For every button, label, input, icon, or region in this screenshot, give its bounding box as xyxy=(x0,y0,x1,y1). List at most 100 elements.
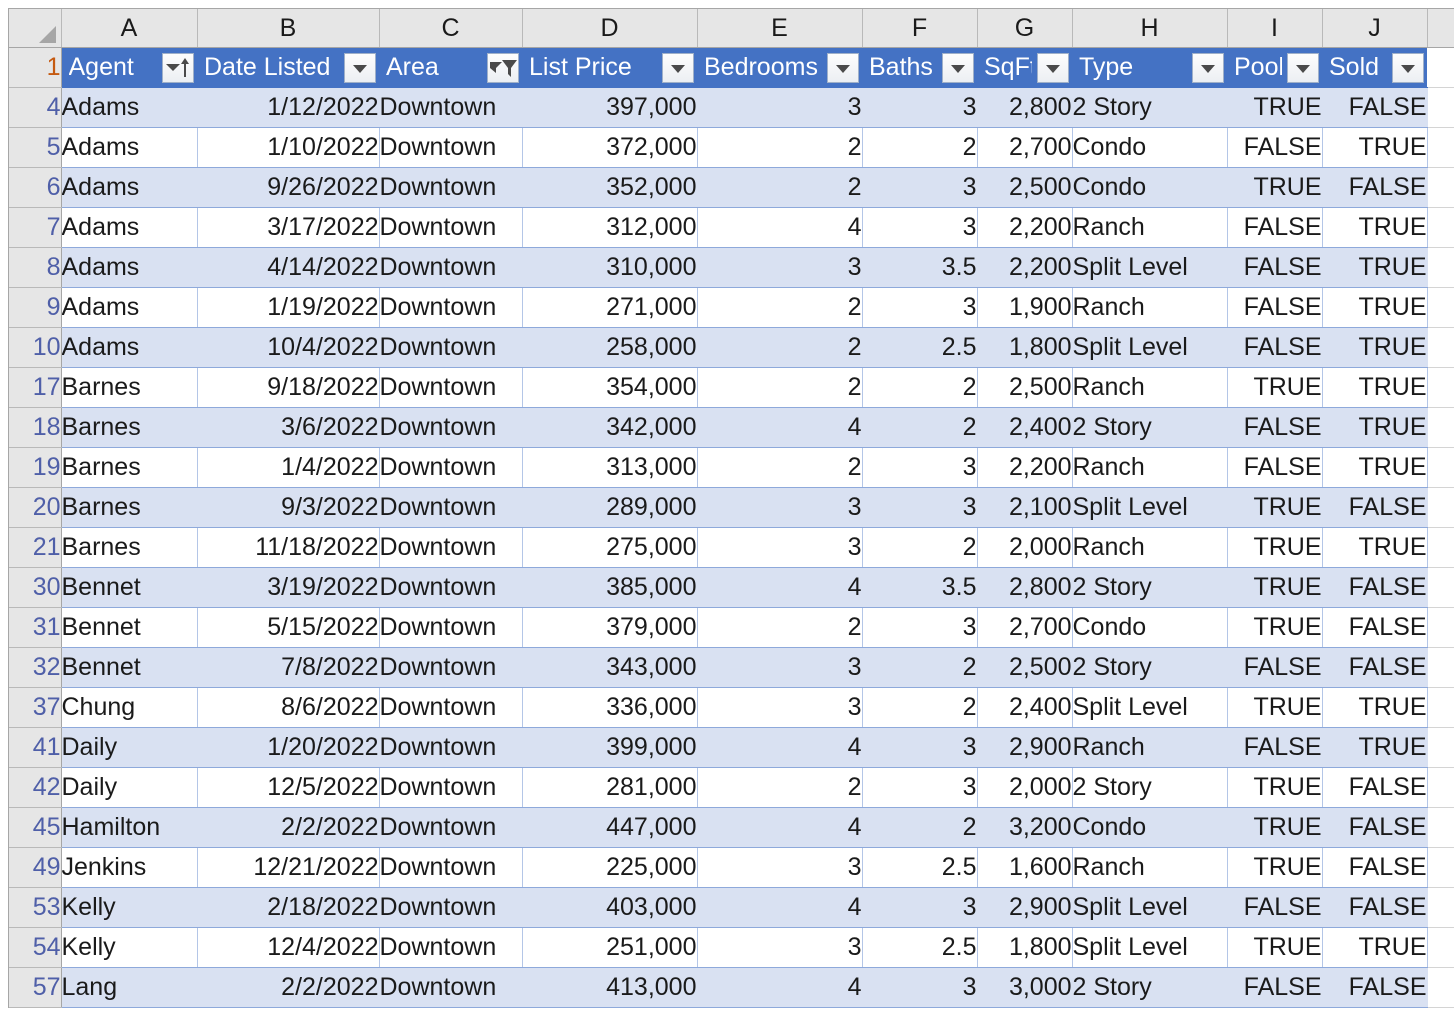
empty-cell-k32[interactable] xyxy=(1427,647,1454,688)
cell-A7[interactable]: Adams xyxy=(60,207,198,248)
cell-H37[interactable]: Split Level xyxy=(1072,687,1228,728)
cell-J21[interactable]: TRUE xyxy=(1322,527,1428,568)
cell-G49[interactable]: 1,600 xyxy=(977,847,1073,888)
cell-F30[interactable]: 3.5 xyxy=(862,567,978,608)
cell-F5[interactable]: 2 xyxy=(862,127,978,168)
cell-G30[interactable]: 2,800 xyxy=(977,567,1073,608)
cell-G21[interactable]: 2,000 xyxy=(977,527,1073,568)
cell-B8[interactable]: 4/14/2022 xyxy=(197,247,380,288)
cell-C8[interactable]: Downtown xyxy=(379,247,523,288)
column-header-f[interactable]: F xyxy=(862,9,978,48)
cell-I41[interactable]: FALSE xyxy=(1227,727,1323,768)
cell-E7[interactable]: 4 xyxy=(697,207,863,248)
cell-I54[interactable]: TRUE xyxy=(1227,927,1323,968)
cell-A53[interactable]: Kelly xyxy=(60,887,198,928)
cell-H45[interactable]: Condo xyxy=(1072,807,1228,848)
cell-B21[interactable]: 11/18/2022 xyxy=(197,527,380,568)
cell-H8[interactable]: Split Level xyxy=(1072,247,1228,288)
filter-funnel-icon[interactable] xyxy=(487,52,519,83)
cell-H18[interactable]: 2 Story xyxy=(1072,407,1228,448)
cell-F32[interactable]: 2 xyxy=(862,647,978,688)
cell-J17[interactable]: TRUE xyxy=(1322,367,1428,408)
cell-F31[interactable]: 3 xyxy=(862,607,978,648)
cell-G37[interactable]: 2,400 xyxy=(977,687,1073,728)
cell-C4[interactable]: Downtown xyxy=(379,87,523,128)
row-header-45[interactable]: 45 xyxy=(9,807,62,848)
cell-D45[interactable]: 447,000 xyxy=(522,807,698,848)
empty-cell-k41[interactable] xyxy=(1427,727,1454,768)
cell-B54[interactable]: 12/4/2022 xyxy=(197,927,380,968)
cell-F42[interactable]: 3 xyxy=(862,767,978,808)
cell-F9[interactable]: 3 xyxy=(862,287,978,328)
dropdown-arrow-icon[interactable] xyxy=(1037,52,1069,83)
cell-G41[interactable]: 2,900 xyxy=(977,727,1073,768)
cell-G5[interactable]: 2,700 xyxy=(977,127,1073,168)
cell-D49[interactable]: 225,000 xyxy=(522,847,698,888)
cell-F10[interactable]: 2.5 xyxy=(862,327,978,368)
cell-J41[interactable]: TRUE xyxy=(1322,727,1428,768)
empty-cell-k4[interactable] xyxy=(1427,87,1454,128)
row-header-31[interactable]: 31 xyxy=(9,607,62,648)
cell-E42[interactable]: 2 xyxy=(697,767,863,808)
cell-C53[interactable]: Downtown xyxy=(379,887,523,928)
row-header-53[interactable]: 53 xyxy=(9,887,62,928)
cell-B5[interactable]: 1/10/2022 xyxy=(197,127,380,168)
column-header-c[interactable]: C xyxy=(379,9,523,48)
empty-cell-k19[interactable] xyxy=(1427,447,1454,488)
cell-H10[interactable]: Split Level xyxy=(1072,327,1228,368)
cell-D54[interactable]: 251,000 xyxy=(522,927,698,968)
dropdown-arrow-icon[interactable] xyxy=(827,52,859,83)
cell-I49[interactable]: TRUE xyxy=(1227,847,1323,888)
cell-H20[interactable]: Split Level xyxy=(1072,487,1228,528)
row-header-30[interactable]: 30 xyxy=(9,567,62,608)
dropdown-arrow-icon[interactable] xyxy=(1392,52,1424,83)
cell-A8[interactable]: Adams xyxy=(60,247,198,288)
dropdown-arrow-icon[interactable] xyxy=(1192,52,1224,83)
cell-F37[interactable]: 2 xyxy=(862,687,978,728)
cell-A18[interactable]: Barnes xyxy=(60,407,198,448)
cell-J5[interactable]: TRUE xyxy=(1322,127,1428,168)
row-header-20[interactable]: 20 xyxy=(9,487,62,528)
cell-G53[interactable]: 2,900 xyxy=(977,887,1073,928)
cell-C9[interactable]: Downtown xyxy=(379,287,523,328)
cell-D17[interactable]: 354,000 xyxy=(522,367,698,408)
cell-D9[interactable]: 271,000 xyxy=(522,287,698,328)
cell-C49[interactable]: Downtown xyxy=(379,847,523,888)
dropdown-arrow-icon[interactable] xyxy=(344,52,376,83)
cell-B45[interactable]: 2/2/2022 xyxy=(197,807,380,848)
row-header-10[interactable]: 10 xyxy=(9,327,62,368)
cell-E6[interactable]: 2 xyxy=(697,167,863,208)
cell-D10[interactable]: 258,000 xyxy=(522,327,698,368)
cell-G10[interactable]: 1,800 xyxy=(977,327,1073,368)
cell-C10[interactable]: Downtown xyxy=(379,327,523,368)
empty-cell-k20[interactable] xyxy=(1427,487,1454,528)
empty-cell-k21[interactable] xyxy=(1427,527,1454,568)
column-header-k[interactable] xyxy=(1427,9,1454,48)
cell-C18[interactable]: Downtown xyxy=(379,407,523,448)
cell-B6[interactable]: 9/26/2022 xyxy=(197,167,380,208)
column-header-i[interactable]: I xyxy=(1227,9,1323,48)
row-header-5[interactable]: 5 xyxy=(9,127,62,168)
cell-H30[interactable]: 2 Story xyxy=(1072,567,1228,608)
cell-D30[interactable]: 385,000 xyxy=(522,567,698,608)
column-header-g[interactable]: G xyxy=(977,9,1073,48)
cell-C37[interactable]: Downtown xyxy=(379,687,523,728)
cell-I21[interactable]: TRUE xyxy=(1227,527,1323,568)
cell-E21[interactable]: 3 xyxy=(697,527,863,568)
row-header-41[interactable]: 41 xyxy=(9,727,62,768)
row-header-54[interactable]: 54 xyxy=(9,927,62,968)
cell-G31[interactable]: 2,700 xyxy=(977,607,1073,648)
cell-E9[interactable]: 2 xyxy=(697,287,863,328)
row-header-21[interactable]: 21 xyxy=(9,527,62,568)
cell-H57[interactable]: 2 Story xyxy=(1072,967,1228,1008)
cell-A49[interactable]: Jenkins xyxy=(60,847,198,888)
cell-J20[interactable]: FALSE xyxy=(1322,487,1428,528)
cell-J57[interactable]: FALSE xyxy=(1322,967,1428,1008)
column-header-j[interactable]: J xyxy=(1322,9,1428,48)
cell-G57[interactable]: 3,000 xyxy=(977,967,1073,1008)
row-header-9[interactable]: 9 xyxy=(9,287,62,328)
cell-D18[interactable]: 342,000 xyxy=(522,407,698,448)
cell-H7[interactable]: Ranch xyxy=(1072,207,1228,248)
row-header-32[interactable]: 32 xyxy=(9,647,62,688)
row-header-19[interactable]: 19 xyxy=(9,447,62,488)
